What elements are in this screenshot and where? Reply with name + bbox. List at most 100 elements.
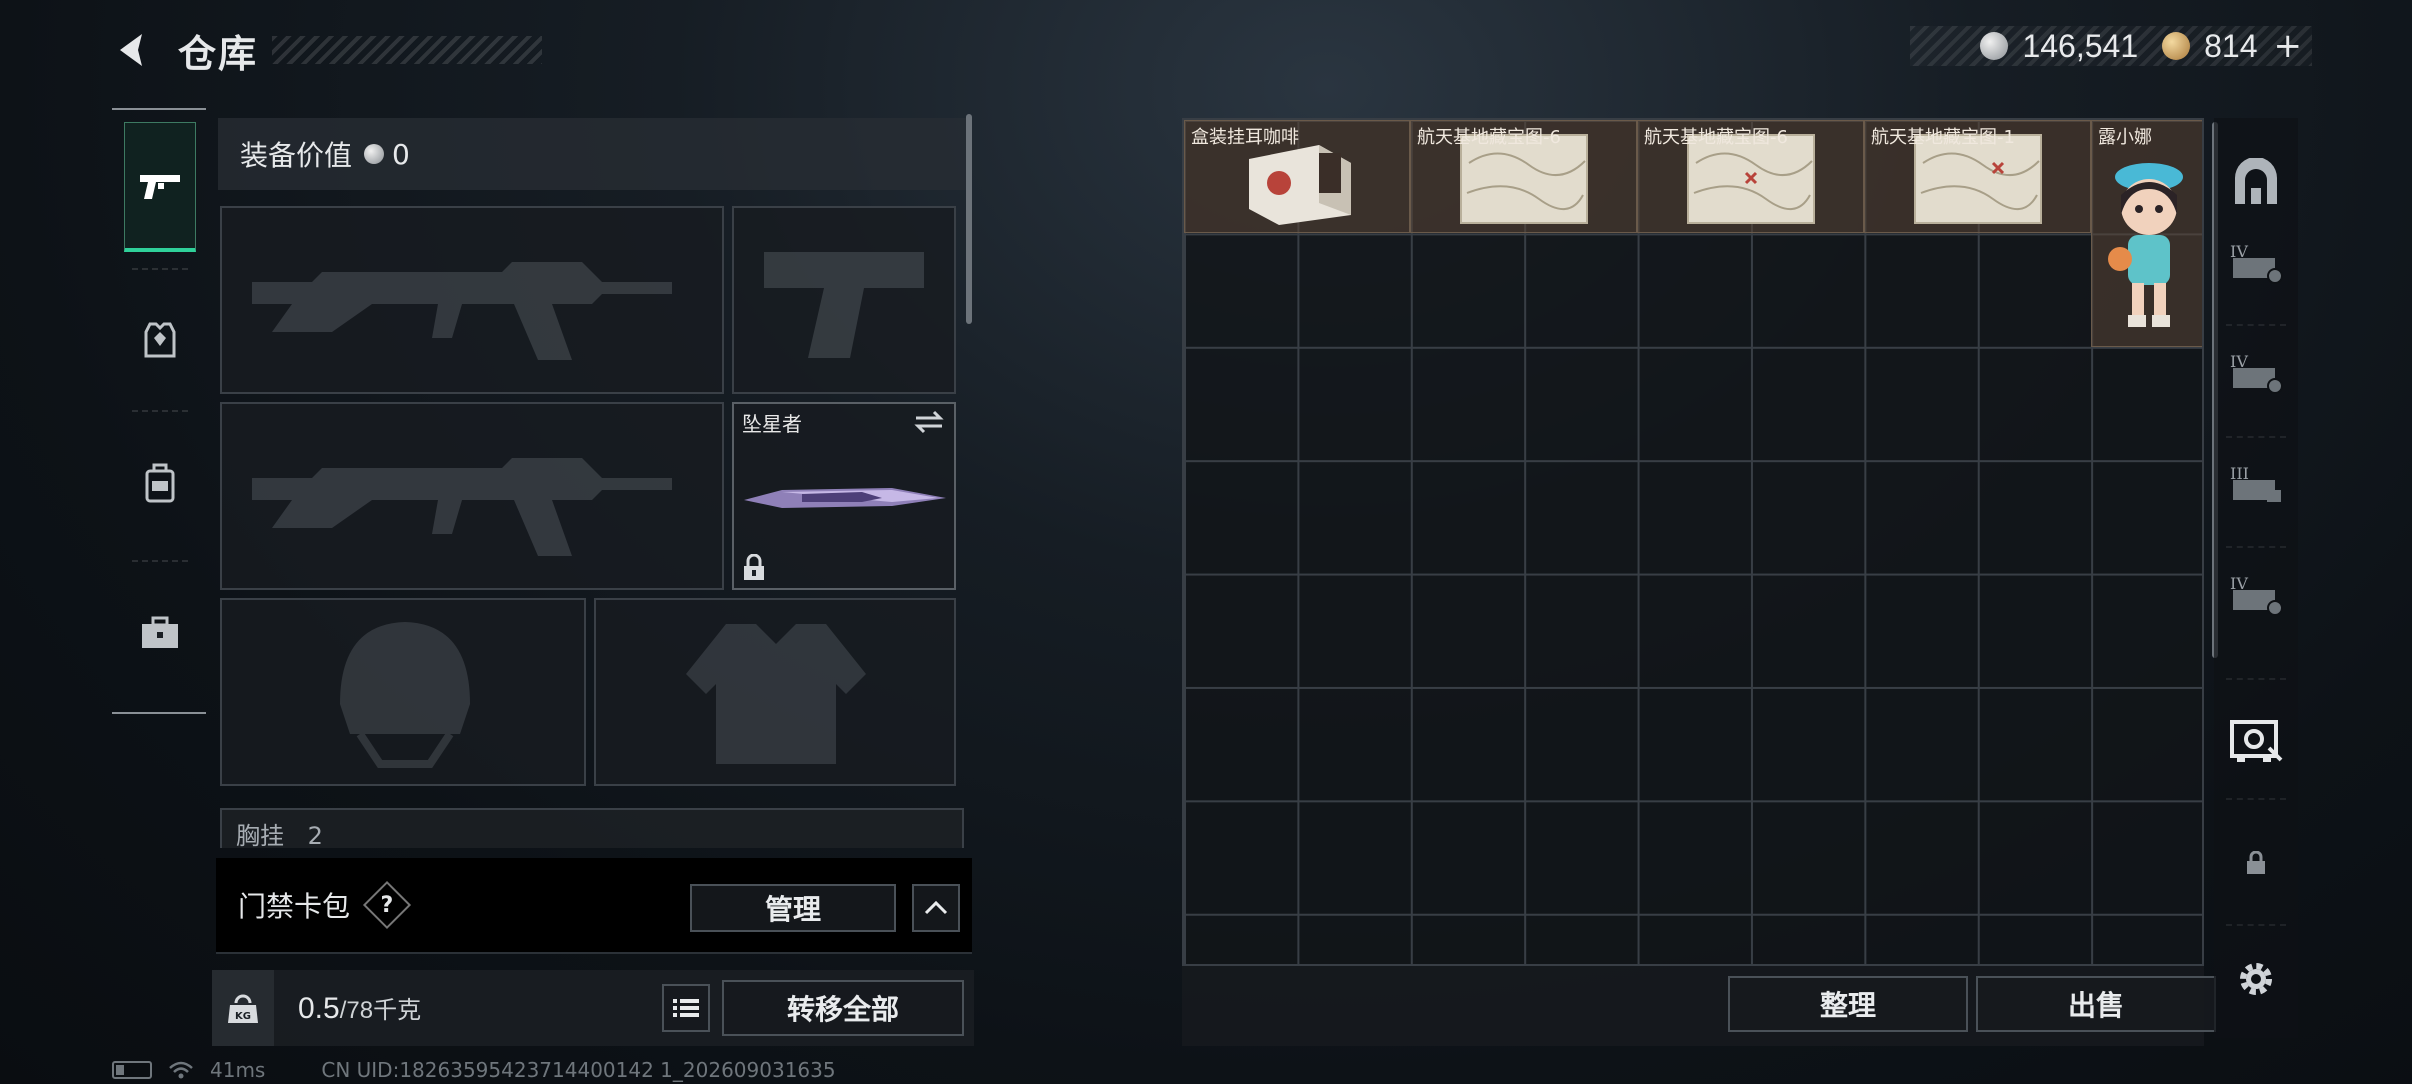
weight-bar: KG 0.5/78千克 转移全部 bbox=[212, 970, 974, 1046]
title-stripe-decor bbox=[272, 36, 543, 64]
expand-button[interactable] bbox=[912, 884, 960, 932]
stash-item-treasure-map[interactable]: 航天基地藏宝图-1 bbox=[1864, 120, 2091, 233]
stash-tab-locked[interactable] bbox=[2214, 818, 2298, 908]
sort-button[interactable]: 整理 bbox=[1728, 976, 1968, 1032]
add-currency-button[interactable]: + bbox=[2274, 26, 2303, 66]
page-title: 仓库 bbox=[178, 31, 259, 76]
transfer-all-button[interactable]: 转移全部 bbox=[722, 980, 964, 1036]
tab-divider bbox=[132, 268, 188, 270]
figurine-icon bbox=[2108, 163, 2183, 327]
tab-divider bbox=[2226, 324, 2286, 326]
top-left-header: 仓库 bbox=[112, 22, 543, 78]
knife-icon bbox=[744, 488, 946, 508]
primary-weapon-slot-1[interactable] bbox=[220, 206, 724, 394]
weight-max: /78千克 bbox=[339, 997, 422, 1024]
stash-grid[interactable]: 盒装挂耳咖啡 航天基地藏宝图-6 航天基地藏宝图-6 航天基地藏宝图-1 露小娜 bbox=[1182, 118, 2204, 966]
helmet-slot[interactable] bbox=[220, 598, 586, 786]
toolbox-icon bbox=[142, 616, 178, 648]
stash-tab-container-2[interactable]: IV bbox=[2214, 332, 2298, 422]
tier-label: III bbox=[2230, 464, 2249, 483]
equipment-value-label: 装备价值 bbox=[240, 139, 353, 172]
tier-label: IV bbox=[2230, 352, 2248, 371]
chest-rig-label: 胸挂 bbox=[236, 822, 284, 848]
currency-bar: 146,541 814 + bbox=[1910, 26, 2312, 66]
back-button[interactable] bbox=[112, 28, 156, 72]
tab-divider bbox=[132, 560, 188, 562]
tab-divider bbox=[2226, 798, 2286, 800]
list-view-button[interactable] bbox=[662, 984, 710, 1032]
weight-icon-box: KG bbox=[212, 970, 274, 1046]
sell-button[interactable]: 出售 bbox=[1976, 976, 2216, 1032]
helmet-silhouette-icon bbox=[340, 622, 470, 768]
list-icon bbox=[673, 999, 699, 1017]
stash-item-treasure-map[interactable]: 航天基地藏宝图-6 bbox=[1410, 120, 1637, 233]
uid-text: CN UID:18263595423714400142 1_2026090316… bbox=[321, 1058, 836, 1082]
backpack-icon bbox=[145, 463, 175, 503]
tab-divider bbox=[2226, 678, 2286, 680]
melee-weapon-slot[interactable]: 坠星者 bbox=[732, 402, 956, 590]
tier-label: IV bbox=[2230, 574, 2248, 593]
equipment-value: 0 bbox=[392, 137, 410, 171]
coffee-box-icon bbox=[1249, 145, 1351, 225]
secondary-weapon-slot[interactable] bbox=[732, 206, 956, 394]
status-bar: 41ms CN UID:18263595423714400142 1_20260… bbox=[112, 1058, 836, 1082]
armor-silhouette-icon bbox=[686, 624, 866, 764]
manage-button-label: 管理 bbox=[764, 893, 821, 926]
chevron-up-icon bbox=[924, 901, 948, 915]
melee-weapon-name: 坠星者 bbox=[742, 412, 802, 436]
stash-tab-active[interactable] bbox=[2214, 696, 2298, 786]
gold-coin-icon bbox=[2162, 32, 2191, 60]
tab-divider bbox=[2226, 546, 2286, 548]
silver-amount: 146,541 bbox=[2022, 27, 2139, 64]
tab-backpack[interactable] bbox=[124, 418, 196, 548]
help-button[interactable]: ? bbox=[362, 880, 412, 930]
equipment-panel: 装备价值 0 坠星者 胸挂 2 门禁卡包 ? 管理 KG 0.5/78千克 转移… bbox=[212, 112, 974, 1046]
armor-vest-icon bbox=[144, 322, 176, 358]
keycard-bar: 门禁卡包 ? 管理 bbox=[216, 858, 972, 954]
stash-item-name: 航天基地藏宝图-1 bbox=[1871, 127, 2015, 148]
warehouse-icon bbox=[2235, 158, 2277, 204]
equipment-scrollbar[interactable] bbox=[966, 114, 972, 324]
wifi-icon bbox=[169, 1061, 193, 1079]
silver-coin-icon bbox=[1980, 32, 2009, 60]
kettlebell-icon: KG bbox=[228, 994, 258, 1023]
pistol-icon bbox=[140, 174, 180, 199]
stash-item-name: 航天基地藏宝图-6 bbox=[1644, 127, 1788, 148]
manage-button[interactable]: 管理 bbox=[690, 884, 896, 932]
sort-label: 整理 bbox=[1819, 989, 1876, 1022]
gear-icon bbox=[2240, 963, 2272, 995]
stash-tab-container-1[interactable]: IV bbox=[2214, 222, 2298, 312]
stash-item-name: 露小娜 bbox=[2098, 127, 2152, 148]
weight-readout: 0.5/78千克 bbox=[298, 990, 421, 1026]
safe-box-icon bbox=[2230, 720, 2283, 762]
stash-settings-button[interactable] bbox=[2214, 934, 2298, 1024]
tab-divider bbox=[2226, 924, 2286, 926]
tier-label: IV bbox=[2230, 242, 2248, 261]
chest-rig-row[interactable]: 胸挂 2 bbox=[220, 808, 964, 848]
back-arrow-icon bbox=[120, 34, 142, 66]
stash-item-figurine[interactable]: 露小娜 bbox=[2091, 120, 2202, 347]
tab-divider bbox=[132, 410, 188, 412]
tab-weapons[interactable] bbox=[124, 122, 196, 252]
stash-item-name: 盒装挂耳咖啡 bbox=[1191, 127, 1299, 148]
equipment-category-tabs bbox=[112, 108, 206, 714]
tab-case[interactable] bbox=[124, 568, 196, 698]
body-armor-slot[interactable] bbox=[594, 598, 956, 786]
ping-value: 41ms bbox=[210, 1058, 266, 1082]
stash-tabs-sidebar: IV IV III IV bbox=[2214, 118, 2298, 1038]
stash-item-treasure-map[interactable]: 航天基地藏宝图-6 bbox=[1637, 120, 1864, 233]
gold-amount: 814 bbox=[2204, 27, 2258, 64]
help-icon: ? bbox=[380, 892, 394, 918]
tab-gear[interactable] bbox=[124, 275, 196, 405]
stash-tab-home[interactable] bbox=[2214, 138, 2298, 228]
lock-icon bbox=[2247, 851, 2265, 874]
stash-item-coffee[interactable]: 盒装挂耳咖啡 bbox=[1184, 120, 1410, 233]
primary-weapon-slot-2[interactable] bbox=[220, 402, 724, 590]
pistol-silhouette-icon bbox=[764, 252, 924, 358]
weight-current: 0.5 bbox=[298, 992, 340, 1025]
tab-divider bbox=[2226, 436, 2286, 438]
stash-tab-container-4[interactable]: IV bbox=[2214, 554, 2298, 644]
stash-tab-container-3[interactable]: III bbox=[2214, 444, 2298, 534]
swap-icon[interactable] bbox=[914, 410, 944, 434]
kg-label: KG bbox=[235, 1011, 251, 1022]
